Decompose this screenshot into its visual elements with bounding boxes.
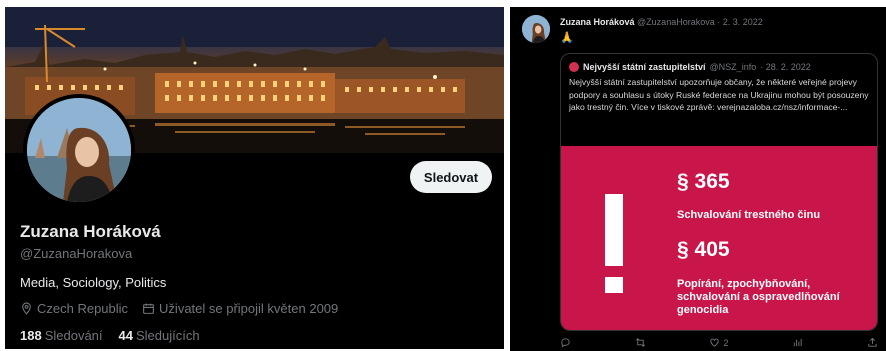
exclamation-dot (605, 277, 623, 293)
profile-handle: @ZuzanaHorakova (20, 246, 133, 261)
tweet-date[interactable]: · 2. 3. 2022 (717, 17, 763, 27)
profile-location: Czech Republic (20, 301, 128, 316)
views-button[interactable] (792, 337, 803, 348)
section-365: § 365 (677, 170, 730, 193)
followers-link[interactable]: 44 Sledujících (119, 328, 200, 343)
quote-avatar (569, 62, 579, 72)
tweet-author-name[interactable]: Zuzana Horáková (560, 17, 635, 27)
tweet-panel: Zuzana Horáková @ZuzanaHorakova · 2. 3. … (510, 7, 886, 351)
location-pin-icon (20, 302, 33, 315)
heart-icon (709, 337, 720, 348)
followers-label: Sledujících (136, 328, 200, 343)
following-label: Sledování (44, 328, 103, 343)
following-count: 188 (20, 328, 42, 343)
reply-icon (560, 337, 571, 348)
views-icon (792, 337, 803, 348)
reply-button[interactable] (560, 337, 571, 348)
profile-joined-text: Uživatel se připojil květen 2009 (159, 301, 339, 316)
retweet-icon (635, 337, 646, 348)
retweet-button[interactable] (635, 337, 646, 348)
tweet-author-handle[interactable]: @ZuzanaHorakova (637, 17, 715, 27)
followers-count: 44 (118, 328, 133, 343)
quote-author-name: Nejvyšší státní zastupitelství (583, 62, 706, 72)
section-365-text: Schvalování trestného činu (677, 209, 821, 221)
profile-meta: Czech Republic Uživatel se připojil květ… (20, 301, 338, 316)
profile-joined: Uživatel se připojil květen 2009 (142, 301, 338, 316)
like-count: 2 (723, 337, 729, 348)
profile-stats: 188 Sledování 44 Sledujících (20, 328, 200, 343)
quote-text: Nejvyšší státní zastupitelství upozorňuj… (569, 77, 869, 112)
tweet-text: 🙏 (560, 32, 574, 44)
profile-panel: Sledovat Zuzana Horáková @ZuzanaHorakova… (5, 7, 504, 349)
like-button[interactable]: 2 (709, 337, 728, 348)
tweet-header: Zuzana Horáková @ZuzanaHorakova · 2. 3. … (560, 17, 763, 27)
follow-button[interactable]: Sledovat (410, 161, 492, 193)
following-link[interactable]: 188 Sledování (20, 328, 103, 343)
quote-date: · 28. 2. 2022 (760, 62, 811, 72)
share-button[interactable] (867, 337, 878, 348)
quote-author-handle: @NSZ_info (709, 62, 757, 72)
profile-bio: Media, Sociology, Politics (20, 275, 167, 290)
quoted-tweet[interactable]: Nejvyšší státní zastupitelství @NSZ_info… (560, 53, 878, 331)
quote-media-card: § 365 Schvalování trestného činu § 405 P… (561, 146, 877, 330)
section-405-text: Popírání, zpochybňování, schvalování a o… (677, 278, 840, 316)
section-405: § 405 (677, 238, 730, 261)
share-icon (867, 337, 878, 348)
profile-name: Zuzana Horáková (20, 222, 161, 241)
quote-header: Nejvyšší státní zastupitelství @NSZ_info… (569, 62, 811, 72)
profile-avatar[interactable] (23, 94, 135, 206)
tweet-avatar[interactable] (522, 15, 550, 43)
calendar-icon (142, 302, 155, 315)
tweet-actions: 2 (560, 337, 878, 348)
exclamation-icon (605, 194, 623, 266)
screenshot-root: Sledovat Zuzana Horáková @ZuzanaHorakova… (0, 0, 886, 351)
profile-location-text: Czech Republic (37, 301, 129, 316)
